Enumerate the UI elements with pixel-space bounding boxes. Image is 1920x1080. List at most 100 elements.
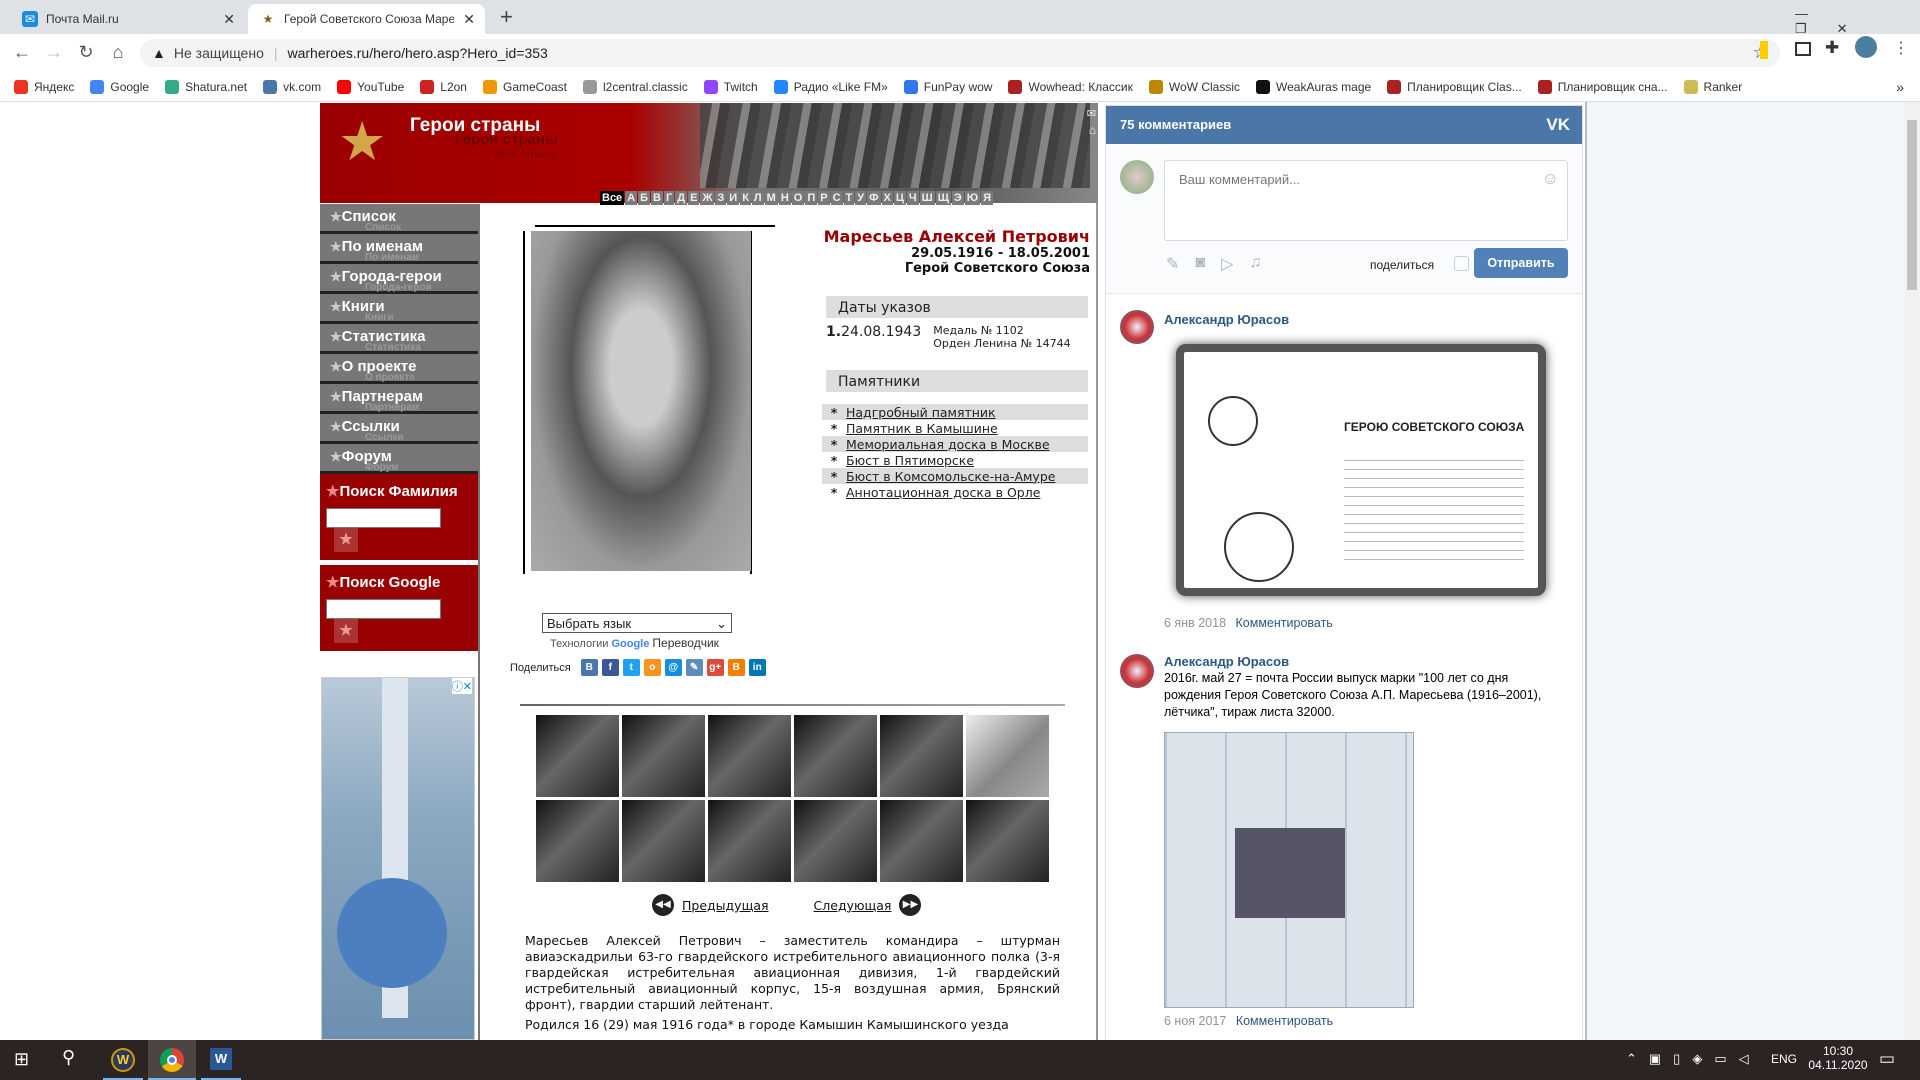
comment-avatar[interactable] xyxy=(1120,310,1154,344)
wow-launcher-icon[interactable]: W xyxy=(111,1048,135,1072)
bookmark-item[interactable]: Радио «Like FM» xyxy=(773,79,888,94)
gallery-photo[interactable] xyxy=(536,800,619,882)
sidebar-menu-item[interactable]: ★Партнерам Партнерам xyxy=(320,384,478,414)
alphabet-letter[interactable]: Л xyxy=(751,191,764,205)
blogger-share-icon[interactable]: B xyxy=(727,659,745,676)
surname-search-input[interactable] xyxy=(326,508,441,528)
alphabet-letter[interactable]: Г xyxy=(664,191,675,205)
alphabet-letter[interactable]: Щ xyxy=(935,191,951,205)
next-link[interactable]: Следующая xyxy=(814,898,892,913)
alphabet-letter[interactable]: А xyxy=(625,191,638,205)
bookmark-item[interactable]: Яндекс xyxy=(14,79,74,94)
stamp-sheet-image[interactable] xyxy=(1164,732,1414,1008)
bookmark-item[interactable]: l2central.classic xyxy=(583,79,688,94)
search-icon[interactable]: ⚲ xyxy=(62,1047,75,1068)
home-icon[interactable]: ⌂ xyxy=(106,42,130,63)
language-select[interactable]: Выбрать язык ⌄ xyxy=(542,613,732,633)
facebook-share-icon[interactable]: f xyxy=(601,659,619,676)
gallery-photo[interactable] xyxy=(966,800,1049,882)
scrollbar-thumb[interactable] xyxy=(1907,120,1917,290)
notifications-icon[interactable]: ▭ xyxy=(1879,1049,1895,1069)
menu-kebab-icon[interactable]: ⋮ xyxy=(1893,38,1909,58)
bookmark-item[interactable]: FunPay wow xyxy=(903,79,992,94)
search-star-button[interactable]: ★ xyxy=(334,528,358,552)
bookmark-item[interactable]: Ranker xyxy=(1683,79,1742,94)
google-search-input[interactable] xyxy=(326,599,441,619)
window-controls[interactable]: —❐✕ xyxy=(1795,6,1920,37)
home-icon[interactable]: ⌂ xyxy=(1089,123,1096,137)
next-arrows-icon[interactable]: ▶▶ xyxy=(899,894,922,916)
alphabet-letter[interactable]: Д xyxy=(675,191,688,205)
windows-start-icon[interactable]: ⊞ xyxy=(14,1049,29,1070)
chrome-icon[interactable] xyxy=(160,1048,184,1072)
gallery-photo[interactable] xyxy=(536,715,619,797)
language-indicator[interactable]: ENG xyxy=(1771,1052,1797,1066)
sidebar-menu-item[interactable]: ★Статистика Статистика xyxy=(320,324,478,354)
bookmark-item[interactable]: Планировщик Clas... xyxy=(1387,79,1522,94)
system-tray-icons[interactable]: ⌃▣▯◈▭◁ xyxy=(1626,1051,1761,1067)
sidebar-menu-item[interactable]: ★О проекте О проекте xyxy=(320,354,478,384)
reload-icon[interactable]: ↻ xyxy=(74,42,98,63)
gallery-photo[interactable] xyxy=(622,715,705,797)
sidebar-menu-item[interactable]: ★Список Список xyxy=(320,204,478,234)
share-checkbox[interactable] xyxy=(1454,256,1469,271)
monument-link[interactable]: Надгробный памятник xyxy=(846,405,996,420)
video-play-icon[interactable]: ▷ xyxy=(1221,254,1233,274)
mail-icon[interactable]: ✉ xyxy=(1087,107,1096,120)
alphabet-letter[interactable]: Ч xyxy=(906,191,919,205)
alphabet-letter[interactable]: Ю xyxy=(964,191,981,205)
alphabet-letter[interactable]: С xyxy=(830,191,843,205)
sidebar-menu-item[interactable]: ★Города-герои Города-герои xyxy=(320,264,478,294)
alphabet-letter[interactable]: Н xyxy=(778,191,791,205)
linkedin-share-icon[interactable]: in xyxy=(748,659,766,676)
comment-image-document[interactable]: ГЕРОЮ СОВЕТСКОГО СОЮЗА xyxy=(1176,344,1546,596)
alphabet-letter[interactable]: Ш xyxy=(919,191,935,205)
alphabet-letter[interactable]: Ж xyxy=(700,191,715,205)
gallery-photo[interactable] xyxy=(794,715,877,797)
sidebar-menu-item[interactable]: ★Книги Книги xyxy=(320,294,478,324)
prev-arrows-icon[interactable]: ◀◀ xyxy=(652,894,674,916)
alphabet-letter[interactable]: З xyxy=(715,191,727,205)
word-icon[interactable]: W xyxy=(210,1048,232,1070)
bookmark-item[interactable]: GameCoast xyxy=(482,79,567,94)
close-tab-icon[interactable]: ✕ xyxy=(463,11,475,28)
new-tab-button[interactable]: + xyxy=(500,4,513,30)
comment-textarea[interactable]: Ваш комментарий... ☺ xyxy=(1164,160,1568,241)
monument-link[interactable]: Бюст в Комсомольске-на-Амуре xyxy=(846,469,1055,484)
vk-logo-icon[interactable]: VK xyxy=(1546,115,1570,135)
graffiti-brush-icon[interactable]: ✎ xyxy=(1166,254,1179,274)
gallery-photo[interactable] xyxy=(880,800,963,882)
mailru-share-icon[interactable]: @ xyxy=(664,659,682,676)
gallery-photo[interactable] xyxy=(708,715,791,797)
alphabet-letter[interactable]: П xyxy=(805,191,818,205)
alphabet-letter[interactable]: Ф xyxy=(867,191,881,205)
alphabet-letter[interactable]: В xyxy=(651,191,663,205)
reply-link[interactable]: Комментировать xyxy=(1236,1014,1333,1028)
alphabet-letter[interactable]: И xyxy=(727,191,740,205)
odnoklassniki-share-icon[interactable]: о xyxy=(643,659,661,676)
alphabet-letter[interactable]: Е xyxy=(688,191,700,205)
ad-close-icon[interactable]: ⓘ✕ xyxy=(451,678,472,694)
alphabet-letter[interactable]: О xyxy=(791,191,805,205)
emoji-icon[interactable]: ☺ xyxy=(1542,169,1559,189)
alphabet-letter[interactable]: М xyxy=(764,191,778,205)
bookmark-item[interactable]: Wowhead: Классик xyxy=(1008,79,1133,94)
bookmarks-overflow-icon[interactable]: » xyxy=(1896,79,1904,95)
clock[interactable]: 10:30 04.11.2020 xyxy=(1808,1044,1868,1072)
close-tab-icon[interactable]: ✕ xyxy=(223,11,235,28)
advertisement-banner[interactable]: ⓘ✕ xyxy=(321,677,475,1040)
alphabet-letter[interactable]: Б xyxy=(638,191,651,205)
camera-icon[interactable]: ◙ xyxy=(1195,254,1205,274)
search-star-button[interactable]: ★ xyxy=(334,619,358,643)
bookmark-item[interactable]: YouTube xyxy=(337,79,404,94)
sidebar-menu-item[interactable]: ★Ссылки Ссылки xyxy=(320,414,478,444)
alphabet-letter[interactable]: К xyxy=(740,191,751,205)
bookmark-item[interactable]: Google xyxy=(90,79,149,94)
googleplus-share-icon[interactable]: g+ xyxy=(706,659,724,676)
sidebar-menu-item[interactable]: ★По именам По именам xyxy=(320,234,478,264)
bookmark-item[interactable]: vk.com xyxy=(263,79,321,94)
media-icon[interactable] xyxy=(1795,42,1811,56)
monument-link[interactable]: Памятник в Камышине xyxy=(846,421,998,436)
twitter-share-icon[interactable]: t xyxy=(622,659,640,676)
reply-link[interactable]: Комментировать xyxy=(1236,616,1333,630)
